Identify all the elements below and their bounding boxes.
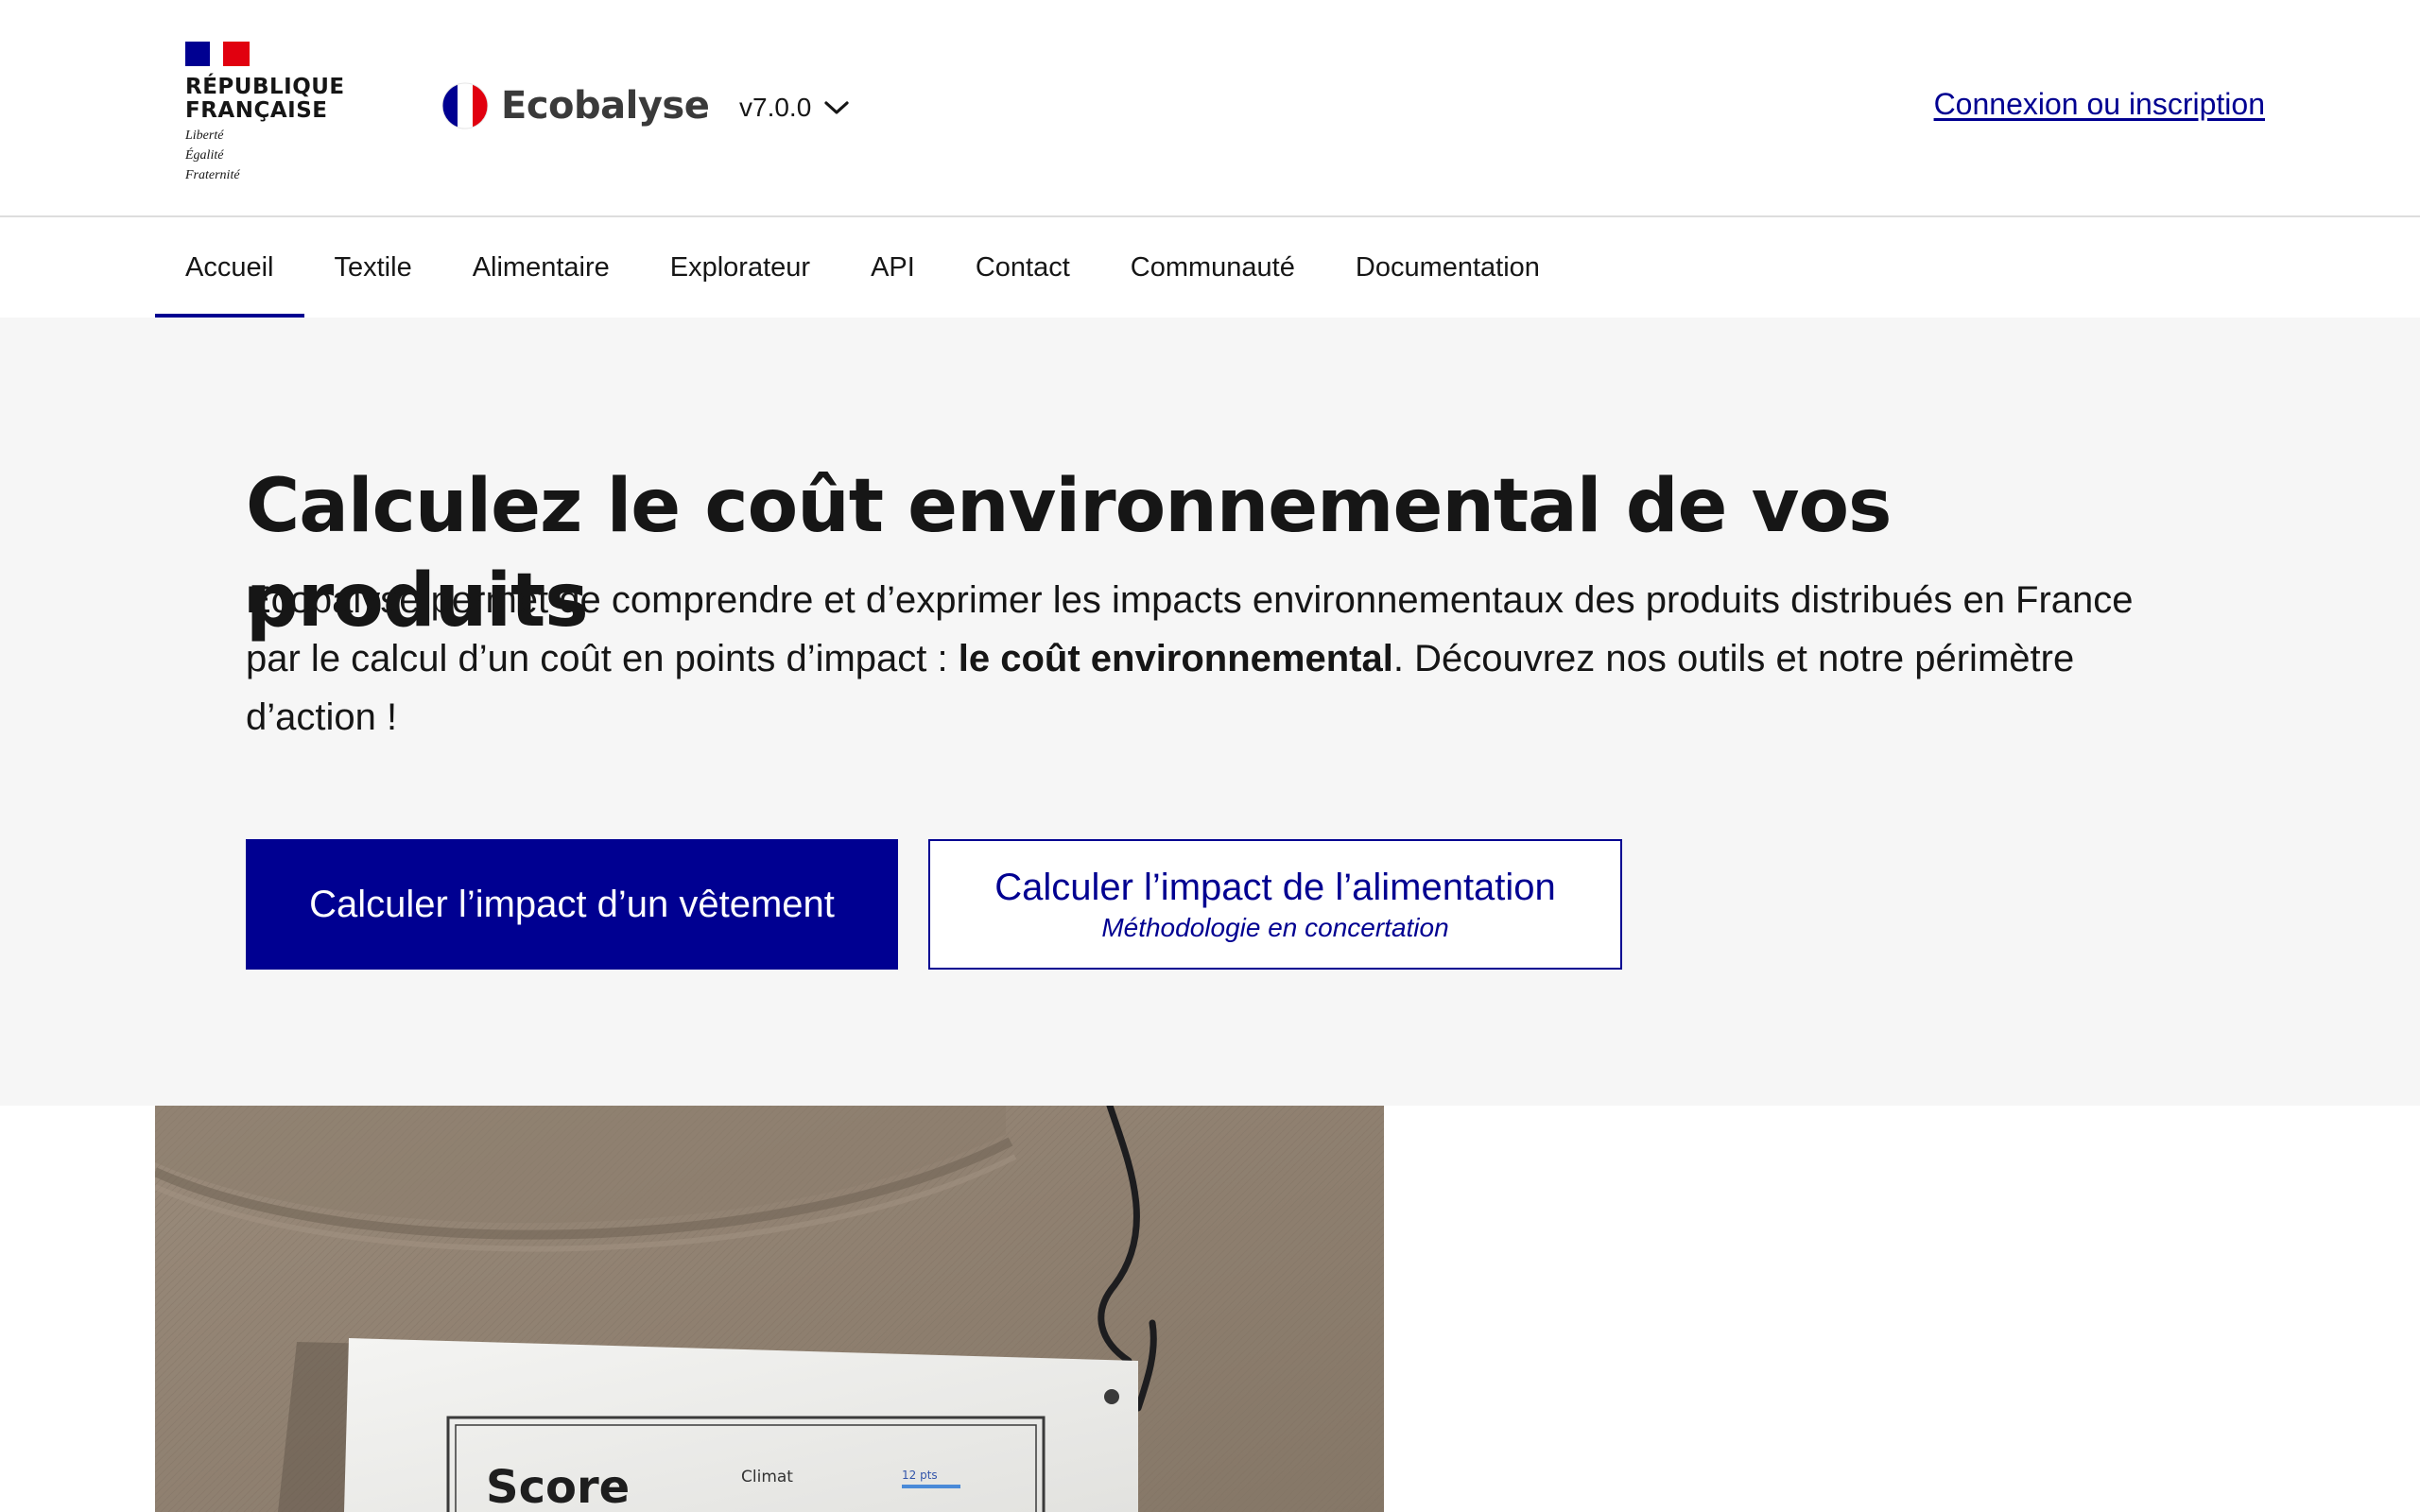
food-calculator-button[interactable]: Calculer l’impact de l’alimentation Méth… (928, 839, 1622, 970)
login-link[interactable]: Connexion ou inscription (1934, 87, 2265, 122)
textile-calculator-button[interactable]: Calculer l’impact d’un vêtement (246, 839, 898, 970)
nav-item-communaute[interactable]: Communauté (1100, 217, 1325, 318)
hero-illustration-photo: Score Climat 12 pts (155, 1106, 1384, 1512)
main-navigation: Accueil Textile Alimentaire Explorateur … (0, 217, 2420, 318)
marianne-flag-icon (185, 42, 250, 66)
nav-item-textile[interactable]: Textile (304, 217, 442, 318)
republique-name-line-1: République (185, 75, 345, 99)
republique-francaise-logo[interactable]: République Française Liberté Égalité Fra… (185, 42, 346, 183)
hero-text-bold: le coût environnemental (958, 638, 1393, 679)
republique-name-line-2: Française (185, 98, 328, 123)
hero-section: Calculez le coût environnemental de vos … (0, 318, 2420, 1106)
tag-score-title: Score (486, 1461, 630, 1512)
nav-item-documentation[interactable]: Documentation (1325, 217, 1570, 318)
nav-item-contact[interactable]: Contact (945, 217, 1100, 318)
food-calculator-sublabel: Méthodologie en concertation (1101, 913, 1449, 942)
hero-description: Ecobalyse permet de comprendre et d’expr… (246, 571, 2193, 747)
version-selector[interactable]: v7.0.0 (739, 89, 849, 127)
tshirt-with-score-tag-image: Score Climat 12 pts (155, 1106, 1384, 1512)
chevron-down-icon (824, 101, 849, 114)
motto-line-2: Égalité (185, 148, 224, 163)
nav-item-explorateur[interactable]: Explorateur (640, 217, 840, 318)
motto-line-1: Liberté (185, 129, 224, 143)
nav-item-alimentaire[interactable]: Alimentaire (442, 217, 640, 318)
service-brand[interactable]: Ecobalyse (441, 79, 710, 132)
motto-line-3: Fraternité (185, 168, 240, 182)
site-header: République Française Liberté Égalité Fra… (0, 0, 2420, 217)
food-calculator-label: Calculer l’impact de l’alimentation (994, 867, 1556, 908)
version-label: v7.0.0 (739, 93, 812, 122)
tag-climat-value: 12 pts (902, 1469, 938, 1482)
tag-climat-label: Climat (741, 1468, 793, 1486)
french-flag-circle-icon (441, 82, 489, 129)
nav-item-api[interactable]: API (840, 217, 945, 318)
service-name: Ecobalyse (501, 84, 710, 128)
nav-item-accueil[interactable]: Accueil (155, 217, 304, 318)
